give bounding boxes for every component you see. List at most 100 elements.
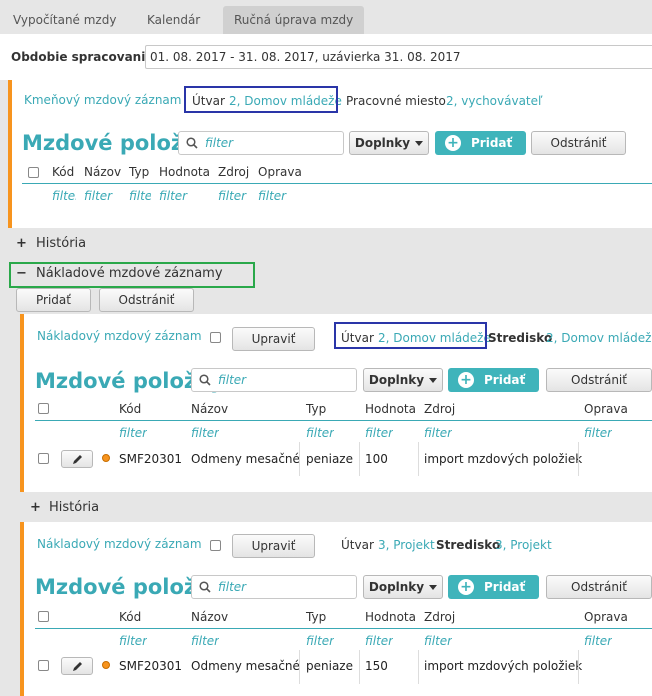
cost-record-link[interactable]: Nákladový mzdový záznam [37, 537, 202, 551]
filter-type[interactable]: filter [306, 634, 334, 648]
cell-divider [299, 650, 300, 684]
row-checkbox[interactable] [38, 660, 49, 671]
col-correction[interactable]: Oprava [584, 402, 628, 416]
edit-button[interactable]: Upraviť [232, 327, 315, 351]
row-name: Odmeny mesačné [191, 452, 300, 466]
filter-type[interactable]: filter [129, 189, 151, 203]
highlight-box-utvar-record [334, 322, 487, 349]
filter-name[interactable]: filter [191, 634, 219, 648]
search-icon [186, 137, 198, 149]
utvar-value[interactable]: 3, Projekt [378, 538, 435, 552]
add-button[interactable]: + Pridať [448, 368, 539, 392]
col-code[interactable]: Kód [119, 402, 141, 416]
filter-value[interactable]: filter [365, 634, 393, 648]
add-label: Pridať [471, 136, 513, 150]
tab-manual-edit[interactable]: Ručná úprava mzdy [223, 6, 365, 34]
col-code[interactable]: Kód [119, 610, 141, 624]
col-code[interactable]: Kód [52, 165, 74, 179]
history-label[interactable]: História [36, 236, 86, 251]
period-bar: Obdobie spracovania 01. 08. 2017 - 31. 0… [0, 34, 652, 80]
cost-record-link[interactable]: Nákladový mzdový záznam [37, 329, 202, 343]
add-button[interactable]: + Pridať [448, 575, 539, 599]
row-edit-button[interactable] [61, 450, 93, 468]
center-label: Stredisko [436, 538, 501, 552]
filter-source[interactable]: filter [218, 189, 248, 203]
tab-calendar[interactable]: Kalendár [136, 6, 211, 34]
filter-name[interactable]: filter [84, 189, 124, 203]
row-type: peniaze [306, 452, 353, 466]
record-checkbox[interactable] [210, 332, 221, 343]
filter-correction[interactable]: filter [584, 426, 612, 440]
orange-accent-bar [20, 522, 24, 696]
remove-button[interactable]: Odstrániť [546, 368, 652, 392]
filter-correction[interactable]: filter [584, 634, 612, 648]
filter-source[interactable]: filter [424, 426, 452, 440]
row-code: SMF20301 [119, 659, 183, 673]
plus-icon: + [458, 372, 474, 388]
col-name[interactable]: Názov [191, 402, 228, 416]
highlight-box-cost-records [9, 262, 255, 288]
orange-accent-bar [20, 314, 24, 492]
remove-button[interactable]: Odstrániť [531, 131, 626, 155]
col-value[interactable]: Hodnota [365, 610, 416, 624]
col-correction[interactable]: Oprava [258, 165, 302, 179]
filter-code[interactable]: filter [119, 426, 147, 440]
col-correction[interactable]: Oprava [584, 610, 628, 624]
history-expand-icon[interactable]: + [16, 236, 27, 251]
search-input[interactable]: filter [191, 575, 357, 599]
filter-code[interactable]: filter [119, 634, 147, 648]
select-all-checkbox[interactable] [38, 403, 49, 414]
filter-name[interactable]: filter [191, 426, 219, 440]
history-label[interactable]: História [49, 500, 99, 515]
cell-divider [578, 442, 579, 476]
select-all-checkbox[interactable] [38, 611, 49, 622]
remove-button[interactable]: Odstrániť [546, 575, 652, 599]
col-value[interactable]: Hodnota [365, 402, 416, 416]
addons-label: Doplnky [354, 136, 411, 150]
addons-dropdown[interactable]: Doplnky [363, 368, 443, 392]
row-checkbox[interactable] [38, 453, 49, 464]
search-icon [199, 581, 211, 593]
col-value[interactable]: Hodnota [159, 165, 210, 179]
status-dot-icon [102, 661, 110, 669]
period-field[interactable]: 01. 08. 2017 - 31. 08. 2017, uzávierka 3… [145, 45, 652, 69]
filter-type[interactable]: filter [306, 426, 334, 440]
filter-value[interactable]: filter [365, 426, 393, 440]
position-value[interactable]: 2, vychovávateľ [446, 94, 543, 108]
cost-remove-button[interactable]: Odstrániť [99, 288, 194, 312]
status-dot-icon [102, 454, 110, 462]
search-input[interactable]: filter [191, 368, 357, 392]
col-type[interactable]: Typ [306, 610, 326, 624]
col-source[interactable]: Zdroj [424, 610, 455, 624]
col-source[interactable]: Zdroj [218, 165, 249, 179]
filter-source[interactable]: filter [424, 634, 452, 648]
addons-dropdown[interactable]: Doplnky [363, 575, 443, 599]
tab-computed-wages[interactable]: Vypočítané mzdy [2, 6, 127, 34]
search-input[interactable]: filter [178, 131, 344, 155]
history-expand-icon[interactable]: + [30, 500, 41, 515]
col-source[interactable]: Zdroj [424, 402, 455, 416]
col-type[interactable]: Typ [129, 165, 149, 179]
col-name[interactable]: Názov [84, 165, 121, 179]
cost-add-button[interactable]: Pridať [16, 288, 91, 312]
col-name[interactable]: Názov [191, 610, 228, 624]
center-value[interactable]: 2, Domov mládeže [546, 331, 652, 345]
addons-dropdown[interactable]: Doplnky [349, 131, 429, 155]
select-all-checkbox[interactable] [28, 167, 39, 178]
search-placeholder: filter [218, 373, 247, 387]
filter-code[interactable]: filter [52, 189, 76, 203]
record-checkbox[interactable] [210, 540, 221, 551]
header-rule [35, 628, 652, 629]
filter-correction[interactable]: filter [258, 189, 298, 203]
personal-record-link[interactable]: Kmeňový mzdový záznam [24, 93, 181, 107]
row-value: 100 [365, 452, 388, 466]
add-label: Pridať [484, 373, 526, 387]
add-button[interactable]: + Pridať [435, 131, 526, 155]
cell-divider [578, 650, 579, 684]
filter-value[interactable]: filter [159, 189, 199, 203]
center-value[interactable]: 3, Projekt [495, 538, 552, 552]
chevron-down-icon [429, 378, 438, 383]
row-edit-button[interactable] [61, 657, 93, 675]
col-type[interactable]: Typ [306, 402, 326, 416]
edit-button[interactable]: Upraviť [232, 534, 315, 558]
